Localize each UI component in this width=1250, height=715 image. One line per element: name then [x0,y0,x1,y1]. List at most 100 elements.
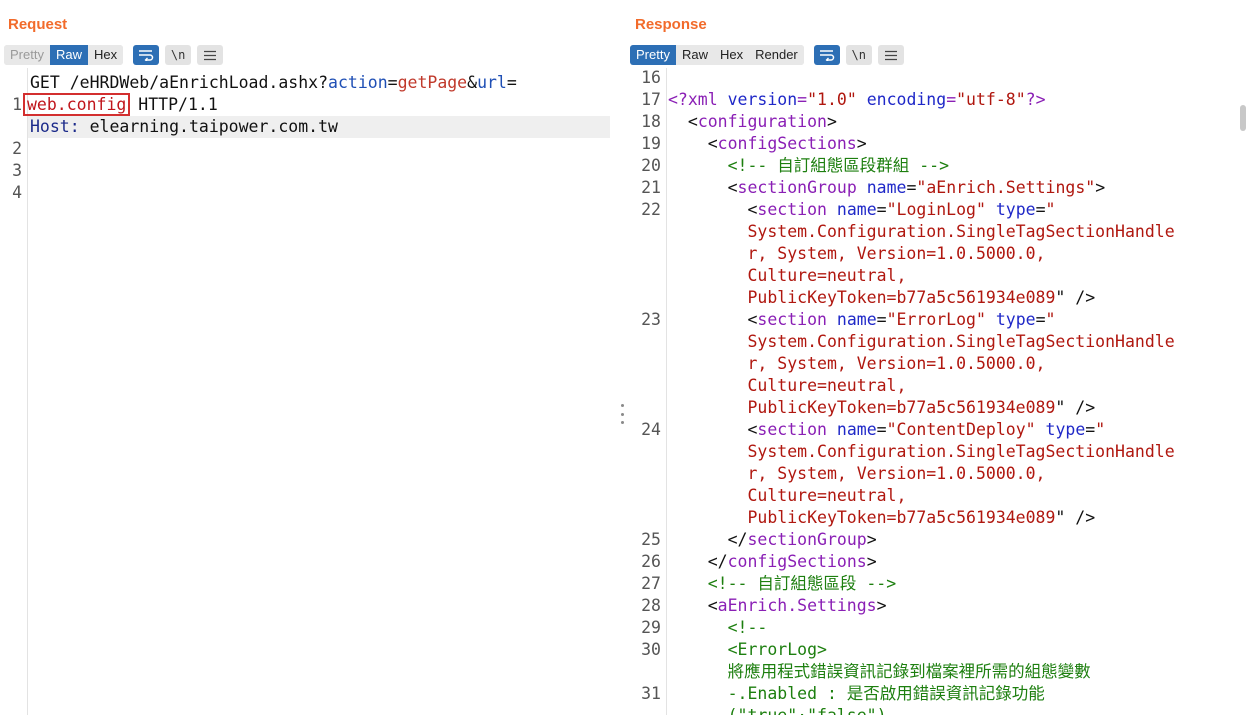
code-token: = [876,310,887,329]
code-token: System.Configuration.SingleTagSectionHan… [668,442,1175,461]
code-token: = [946,90,957,109]
code-token: " /> [1055,508,1096,527]
code-token: configSections [717,134,857,153]
request-line: web.config HTTP/1.1 [22,93,218,116]
tab-render[interactable]: Render [749,45,804,65]
response-line: 17 <?xml version="1.0" encoding="utf-8"?> [627,89,1250,111]
line-number: 16 [641,68,661,87]
request-menu-button[interactable] [197,45,224,65]
response-menu-button[interactable] [877,45,904,65]
code-token: configSections [727,552,867,571]
code-token: name [836,310,877,329]
show-newlines-button[interactable]: \n [165,45,192,65]
line-number: 21 [641,178,661,197]
code-token: " /> [1055,288,1096,307]
code-token: "ErrorLog" [886,310,986,329]
response-line: 27 <!-- 自訂組態區段 --> [627,573,1250,595]
tab-raw[interactable]: Raw [675,45,714,65]
response-line: System.Configuration.SingleTagSectionHan… [627,441,1250,463]
request-line-current: Host: elearning.taipower.com.tw [28,116,610,138]
code-token: < [668,310,758,329]
response-line: 將應用程式錯誤資訊記錄到檔案裡所需的組態變數 [627,661,1250,683]
code-token: sectionGroup [747,530,867,549]
wrap-lines-button[interactable] [133,45,160,65]
show-newlines-button[interactable]: \n [845,45,872,65]
request-view-tabs: Pretty Raw Hex [4,45,124,65]
code-token: configuration [697,112,827,131]
line-number: 24 [641,420,661,439]
code-token: System.Configuration.SingleTagSectionHan… [668,222,1175,241]
code-token: > [1095,178,1106,197]
line-number: 19 [641,134,661,153]
line-number: 30 [641,640,661,659]
code-token: Culture=neutral, [668,486,907,505]
line-number: 20 [641,156,661,175]
response-line: 20 <!-- 自訂組態區段群組 --> [627,155,1250,177]
code-token: ?> [1025,90,1046,109]
code-token: " [1095,420,1106,439]
line-number: 31 [641,684,661,703]
tab-hex[interactable]: Hex [713,45,750,65]
tab-pretty[interactable]: Pretty [630,45,676,65]
wrap-icon [819,50,834,61]
response-pane: Response Pretty Raw Hex Render \n 16 17 <?… [627,0,1250,715]
code-token: < [668,420,758,439]
code-token: <!-- 自訂組態區段 --> [668,574,897,593]
code-token: > [826,112,837,131]
code-token: > [876,596,887,615]
code-token: > [866,530,877,549]
code-token: "ContentDeploy" [886,420,1036,439]
code-token: <!-- [668,618,768,637]
code-token: encoding [866,90,947,109]
line-number: 27 [641,574,661,593]
code-token: PublicKeyToken=b77a5c561934e089 [668,288,1056,307]
line-number: 25 [641,530,661,549]
code-token: section [757,420,827,439]
response-line: Culture=neutral, [627,485,1250,507]
code-token: aEnrich.Settings [717,596,877,615]
line-number: 26 [641,552,661,571]
response-line: Culture=neutral, [627,265,1250,287]
response-line: 21 <sectionGroup name="aEnrich.Settings"… [627,177,1250,199]
hamburger-icon [204,50,217,60]
scrollbar-thumb[interactable] [1240,105,1246,131]
code-token: name [836,420,877,439]
response-line: 16 [627,67,1250,89]
code-token: -.Enabled : 是否啟用錯誤資訊記錄功能 [668,684,1045,703]
request-editor[interactable]: 1 GET /eHRDWeb/aEnrichLoad.ashx?action=g… [0,68,618,715]
code-token: "1.0" [807,90,857,109]
response-toolbar: Pretty Raw Hex Render \n [630,45,904,65]
wrap-lines-button[interactable] [813,45,840,65]
pane-splitter-handle[interactable] [619,404,625,424]
response-line: System.Configuration.SingleTagSectionHan… [627,221,1250,243]
response-line: ("true"·"false") [627,705,1250,715]
code-token: name [866,178,907,197]
newline-label: \n [170,48,186,62]
code-token: r, System, Version=1.0.5000.0, [668,464,1046,483]
code-token: < [668,596,718,615]
tab-pretty[interactable]: Pretty [4,45,50,65]
code-token: ("true"·"false") [668,706,887,715]
response-line: r, System, Version=1.0.5000.0, [627,353,1250,375]
code-token: section [757,200,827,219]
response-editor[interactable]: 16 17 <?xml version="1.0" encoding="utf-8"… [627,68,1250,715]
code-token: sectionGroup [737,178,857,197]
response-line: 25 </sectionGroup> [627,529,1250,551]
response-line: PublicKeyToken=b77a5c561934e089" /> [627,287,1250,309]
code-token: </ [668,552,728,571]
response-line: 30 <ErrorLog> [627,639,1250,661]
tab-hex[interactable]: Hex [87,45,124,65]
request-line: 4 [12,183,22,202]
newline-label: \n [851,48,866,62]
code-token: < [668,200,758,219]
response-line: 23 <section name="ErrorLog" type=" [627,309,1250,331]
code-token: version [727,90,798,109]
response-line: 22 <section name="LoginLog" type=" [627,199,1250,221]
code-token: System.Configuration.SingleTagSectionHan… [668,332,1175,351]
tab-raw[interactable]: Raw [49,45,88,65]
line-number: 23 [641,310,661,329]
